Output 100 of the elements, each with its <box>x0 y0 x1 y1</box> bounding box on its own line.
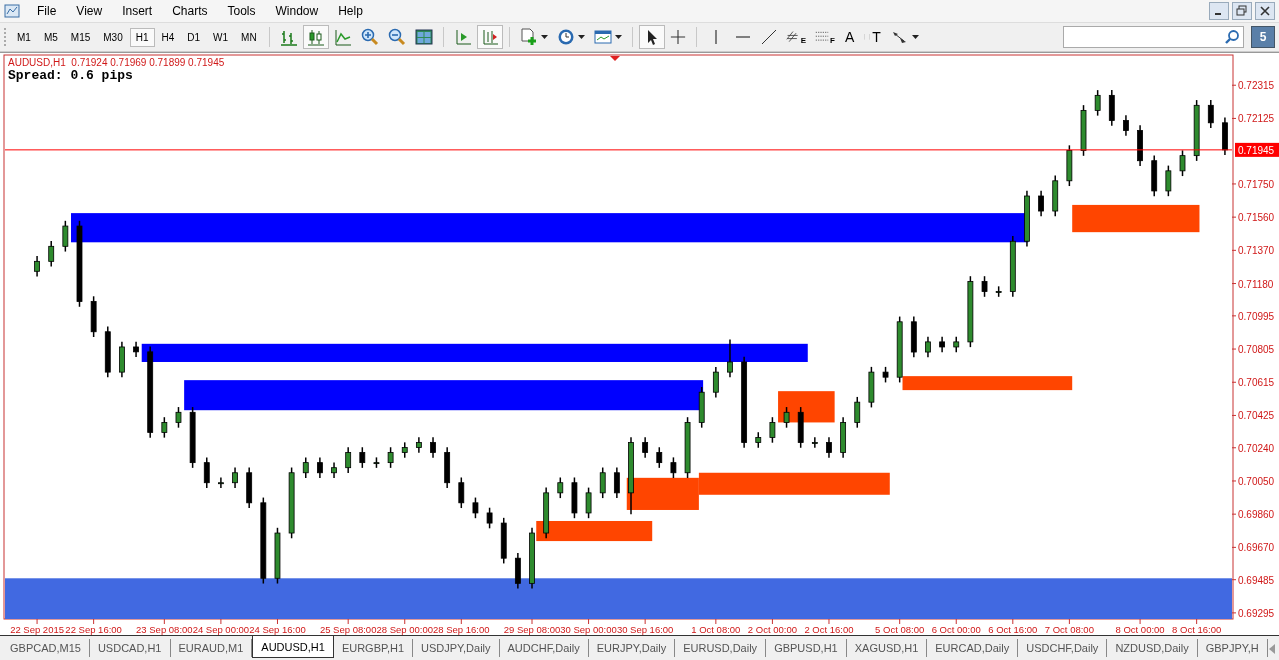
price-axis-label: 0.71180 <box>1238 278 1274 290</box>
search-field[interactable] <box>1063 26 1244 48</box>
chart-shift-marker-icon[interactable] <box>610 56 620 61</box>
price-axis-label: 0.70805 <box>1238 344 1275 356</box>
timeframe-button[interactable]: W1 <box>207 27 235 47</box>
price-axis-label: 0.69295 <box>1238 607 1275 619</box>
messages-button[interactable]: 5 <box>1251 26 1275 48</box>
price-zone[interactable] <box>778 391 835 423</box>
candlestick <box>34 255 40 278</box>
candlestick <box>557 476 564 499</box>
candlestick <box>599 466 606 499</box>
timeframe-button[interactable]: M15 <box>64 27 97 47</box>
chart-tab[interactable]: XAGUSD,H1 <box>846 639 928 657</box>
scroll-left-icon[interactable] <box>1267 644 1276 654</box>
menu-item[interactable]: Help <box>329 2 372 20</box>
time-axis-label: 24 Sep 00:00 <box>192 624 250 635</box>
candlestick <box>698 386 705 429</box>
candlestick <box>953 335 960 353</box>
restore-icon[interactable] <box>1232 2 1252 20</box>
menu-item[interactable]: File <box>28 2 66 20</box>
time-axis-label: 2 Oct 16:00 <box>804 624 854 635</box>
candlestick <box>203 456 210 489</box>
timeframe-button[interactable]: MN <box>235 27 263 47</box>
price-axis-label: 0.70050 <box>1238 475 1275 487</box>
time-axis-label: 23 Sep 08:00 <box>136 624 193 635</box>
chart-tab[interactable]: GBPUSD,H1 <box>766 639 847 657</box>
candlestick <box>854 396 861 429</box>
tile-windows-icon <box>414 28 433 46</box>
candlestick <box>1024 190 1030 248</box>
candlestick-icon <box>306 28 325 46</box>
candlestick <box>1052 174 1059 217</box>
chart-tab[interactable]: EURJPY,Daily <box>588 639 676 657</box>
price-zone[interactable] <box>184 380 704 411</box>
candlestick <box>232 466 238 489</box>
time-axis-label: 6 Oct 16:00 <box>988 624 1038 635</box>
candlestick <box>684 416 691 479</box>
candlestick <box>1108 89 1115 127</box>
chart-tab[interactable]: AUDUSD,H1 <box>252 636 334 658</box>
candle-chart-button[interactable] <box>302 25 329 49</box>
candlestick <box>571 476 578 519</box>
candlestick <box>458 476 465 509</box>
chart-tab[interactable]: USDCAD,H1 <box>89 639 171 657</box>
app-icon[interactable] <box>4 3 20 19</box>
candlestick <box>387 446 394 469</box>
candlestick <box>995 285 1002 298</box>
chart-tab[interactable]: EURGBP,H1 <box>333 639 414 657</box>
price-axis-label: 0.71560 <box>1238 212 1275 224</box>
candlestick <box>430 436 436 459</box>
autoscroll-icon <box>453 28 472 46</box>
timeframe-button[interactable]: D1 <box>181 27 207 47</box>
text-label-button[interactable]: T <box>860 25 886 49</box>
line-chart-icon <box>333 28 352 46</box>
candlestick <box>925 335 931 358</box>
ref-line-label: 0.71945 <box>1238 144 1275 156</box>
fibo-button[interactable]: F <box>811 26 839 48</box>
zoom-in-icon <box>360 28 379 46</box>
chart-tab[interactable]: EURCAD,Daily <box>927 639 1019 657</box>
candlestick <box>896 315 903 384</box>
candlestick <box>811 436 818 449</box>
candlestick <box>302 456 309 479</box>
candlestick <box>543 486 550 540</box>
zoom-out-icon <box>387 28 406 46</box>
timeframe-button[interactable]: H4 <box>155 27 181 47</box>
document-plus-icon <box>519 28 538 46</box>
fibo-channel-button[interactable]: E <box>781 26 810 48</box>
chart-tab[interactable]: GBPCAD,M15 <box>2 639 90 657</box>
timeframe-button[interactable]: M1 <box>11 27 37 47</box>
chart-tab[interactable]: GBPJPY,H <box>1197 639 1268 657</box>
candlestick <box>500 517 507 565</box>
time-axis-label: 8 Oct 16:00 <box>1172 624 1222 635</box>
price-axis-label: 0.70240 <box>1238 442 1275 454</box>
candlestick <box>1207 99 1214 129</box>
chart-tab[interactable]: EURUSD,Daily <box>675 639 767 657</box>
price-axis-label: 0.69485 <box>1238 574 1275 586</box>
chart-tab[interactable]: USDJPY,Daily <box>413 639 500 657</box>
close-icon[interactable] <box>1255 2 1275 20</box>
chart-tab[interactable]: USDCHF,Daily <box>1018 639 1108 657</box>
chart-tab[interactable]: AUDCHF,Daily <box>499 639 589 657</box>
candlestick <box>727 338 733 379</box>
candlestick <box>670 456 677 479</box>
cursor-button[interactable] <box>638 25 665 49</box>
chart-shift-button[interactable] <box>476 25 503 49</box>
menu-item[interactable]: View <box>67 2 112 20</box>
timeframe-button[interactable]: H1 <box>129 27 155 47</box>
timeframe-button[interactable]: M30 <box>97 27 129 47</box>
menu-item[interactable]: Window <box>266 2 328 20</box>
candlestick <box>981 275 988 298</box>
candlestick <box>359 446 366 469</box>
chart-tab[interactable]: NZDUSD,Daily <box>1107 639 1198 657</box>
minimize-icon[interactable] <box>1209 2 1229 20</box>
timeframe-button[interactable]: M5 <box>37 27 64 47</box>
search-icon <box>1224 29 1240 45</box>
price-axis-label: 0.72315 <box>1238 80 1275 92</box>
text-button[interactable]: A <box>839 25 860 49</box>
price-axis-label: 0.70425 <box>1238 410 1275 422</box>
menu-item[interactable]: Tools <box>218 2 265 20</box>
candlestick <box>514 552 521 590</box>
menu-item[interactable]: Charts <box>163 2 217 20</box>
price-axis-label: 0.69670 <box>1238 542 1275 554</box>
menu-item[interactable]: Insert <box>113 2 162 20</box>
